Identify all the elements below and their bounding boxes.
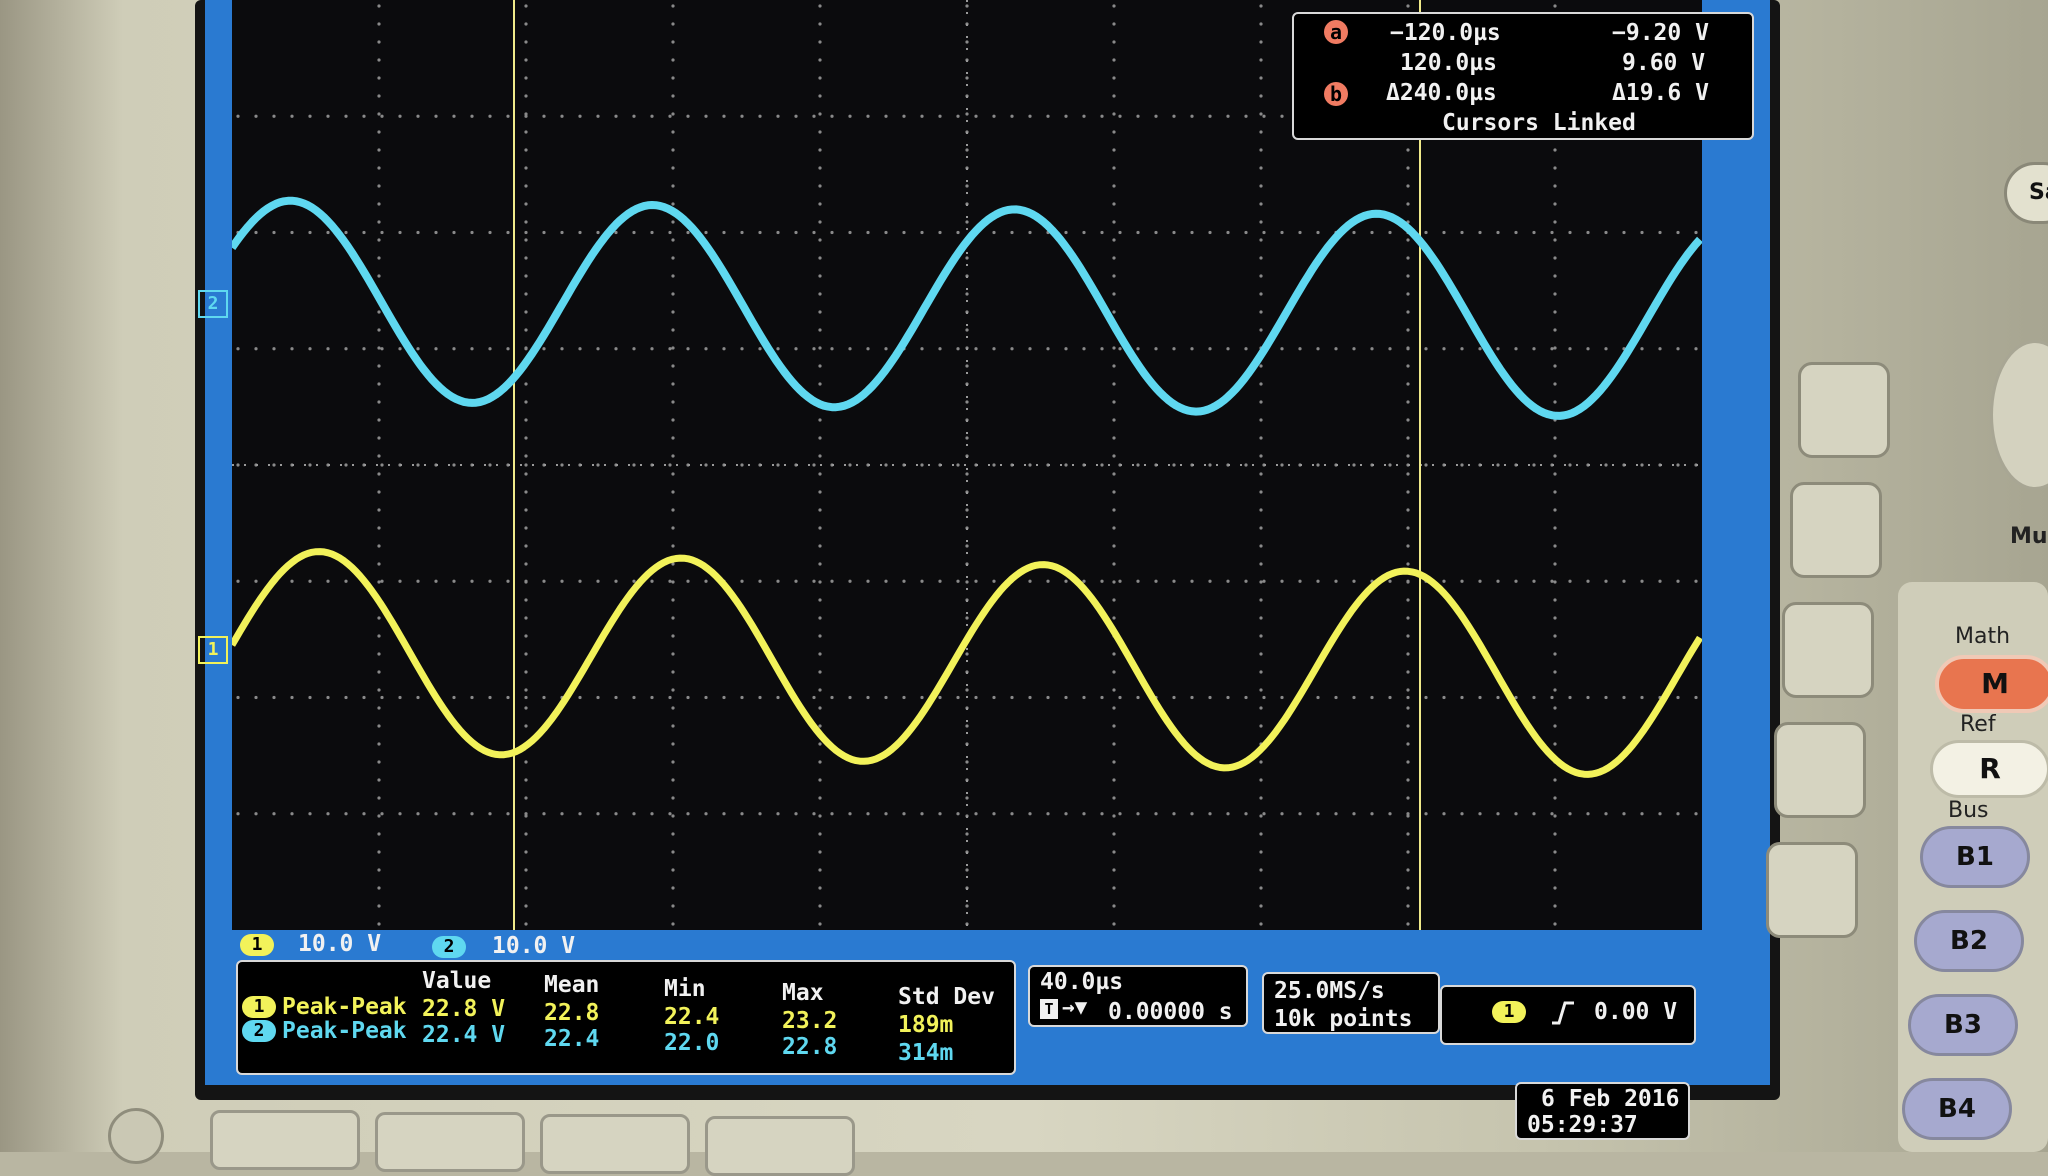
date-time-panel: 6 Feb 2016 05:29:37	[1515, 1082, 1690, 1140]
bottom-softkey-4[interactable]	[705, 1116, 855, 1176]
table-row-2-name[interactable]: Peak-Peak	[282, 1018, 407, 1044]
math-button[interactable]: M	[1935, 655, 2048, 713]
ref-label: Ref	[1960, 712, 1996, 737]
bus-button-b3[interactable]: B3	[1908, 994, 2018, 1056]
cursor-delta-time: Δ240.0µs	[1386, 80, 1497, 106]
trigger-panel[interactable]: 1 0.00 V	[1440, 985, 1696, 1045]
math-label: Math	[1955, 624, 2011, 649]
side-softkey-1[interactable]	[1798, 362, 1890, 458]
timebase-panel[interactable]: 40.0µs T →▼ 0.00000 s	[1028, 965, 1248, 1027]
ch2-scale: 10.0 V	[492, 933, 576, 959]
arrow-right-icon: →▼	[1062, 995, 1088, 1019]
bottom-softkey-3[interactable]	[540, 1114, 690, 1174]
rising-edge-icon	[1550, 997, 1576, 1031]
ch1-scale: 10.0 V	[298, 931, 382, 957]
side-softkey-5[interactable]	[1766, 842, 1858, 938]
header-min: Min	[664, 976, 706, 1002]
trigger-position-value: 0.00000 s	[1108, 999, 1233, 1025]
header-std-dev: Std Dev	[898, 984, 995, 1010]
channel-scale-strip: 1 10.0 V 2 10.0 V	[236, 930, 836, 962]
trigger-position-icon: T	[1040, 999, 1058, 1019]
ref-button[interactable]: R	[1930, 740, 2048, 798]
ch2-scale-badge[interactable]: 2	[432, 936, 466, 958]
table-row-1-name[interactable]: Peak-Peak	[282, 994, 407, 1020]
bus-button-b4[interactable]: B4	[1902, 1078, 2012, 1140]
ch1-scale-badge[interactable]: 1	[240, 934, 274, 956]
knob-label-partial: Mul	[2010, 524, 2048, 549]
bus-label: Bus	[1948, 798, 1989, 823]
timebase-scale: 40.0µs	[1040, 969, 1124, 995]
cursors-linked-status: Cursors Linked	[1442, 110, 1636, 136]
graticule-grid	[236, 4, 1698, 926]
trigger-level: 0.00 V	[1594, 999, 1678, 1025]
side-softkey-3[interactable]	[1782, 602, 1874, 698]
bus-button-b2[interactable]: B2	[1914, 910, 2024, 972]
cursor-a-voltage: −9.20 V	[1612, 20, 1709, 46]
table-row-1-min: 22.4	[664, 1004, 720, 1030]
side-softkey-4[interactable]	[1774, 722, 1866, 818]
cursor-b-badge: b	[1324, 82, 1348, 106]
cursor-delta-voltage: Δ19.6 V	[1612, 80, 1709, 106]
cursor-b-voltage: 9.60 V	[1622, 50, 1706, 76]
table-row-1-max: 23.2	[782, 1008, 838, 1034]
measurement-table: Value Mean Min Max Std Dev 1 Peak-Peak 2…	[236, 960, 1016, 1075]
record-length: 10k points	[1274, 1006, 1413, 1032]
time-readout: 05:29:37	[1527, 1112, 1638, 1138]
ch1-ground-marker[interactable]: 1	[198, 636, 228, 664]
table-row-1-std: 189m	[898, 1012, 954, 1038]
table-row-2-mean: 22.4	[544, 1026, 600, 1052]
bus-button-b1[interactable]: B1	[1920, 826, 2030, 888]
acquisition-panel[interactable]: 25.0MS/s 10k points	[1262, 972, 1440, 1034]
cursor-a-badge: a	[1324, 20, 1348, 44]
table-row-1-badge: 1	[242, 996, 276, 1018]
side-softkey-2[interactable]	[1790, 482, 1882, 578]
header-mean: Mean	[544, 972, 600, 998]
sample-rate: 25.0MS/s	[1274, 978, 1385, 1004]
bottom-softkey-2[interactable]	[375, 1112, 525, 1172]
bottom-softkey-1[interactable]	[210, 1110, 360, 1170]
table-row-2-value: 22.4 V	[422, 1022, 506, 1048]
table-row-2-badge: 2	[242, 1020, 276, 1042]
ch2-ground-marker[interactable]: 2	[198, 290, 228, 318]
table-row-1-mean: 22.8	[544, 1000, 600, 1026]
print-button[interactable]	[108, 1108, 164, 1164]
table-row-2-min: 22.0	[664, 1030, 720, 1056]
header-value: Value	[422, 968, 492, 994]
table-row-2-std: 314m	[898, 1040, 954, 1066]
trigger-source-badge: 1	[1492, 1001, 1526, 1023]
date-readout: 6 Feb 2016	[1541, 1086, 1680, 1112]
ch1-waveform	[232, 548, 1702, 778]
cursor-readout-panel: a −120.0µs −9.20 V 120.0µs 9.60 V b Δ240…	[1292, 12, 1754, 140]
cursor-a-time: −120.0µs	[1390, 20, 1501, 46]
table-row-2-max: 22.8	[782, 1034, 838, 1060]
cursor-b-time: 120.0µs	[1400, 50, 1497, 76]
header-max: Max	[782, 980, 824, 1006]
table-row-1-value: 22.8 V	[422, 996, 506, 1022]
